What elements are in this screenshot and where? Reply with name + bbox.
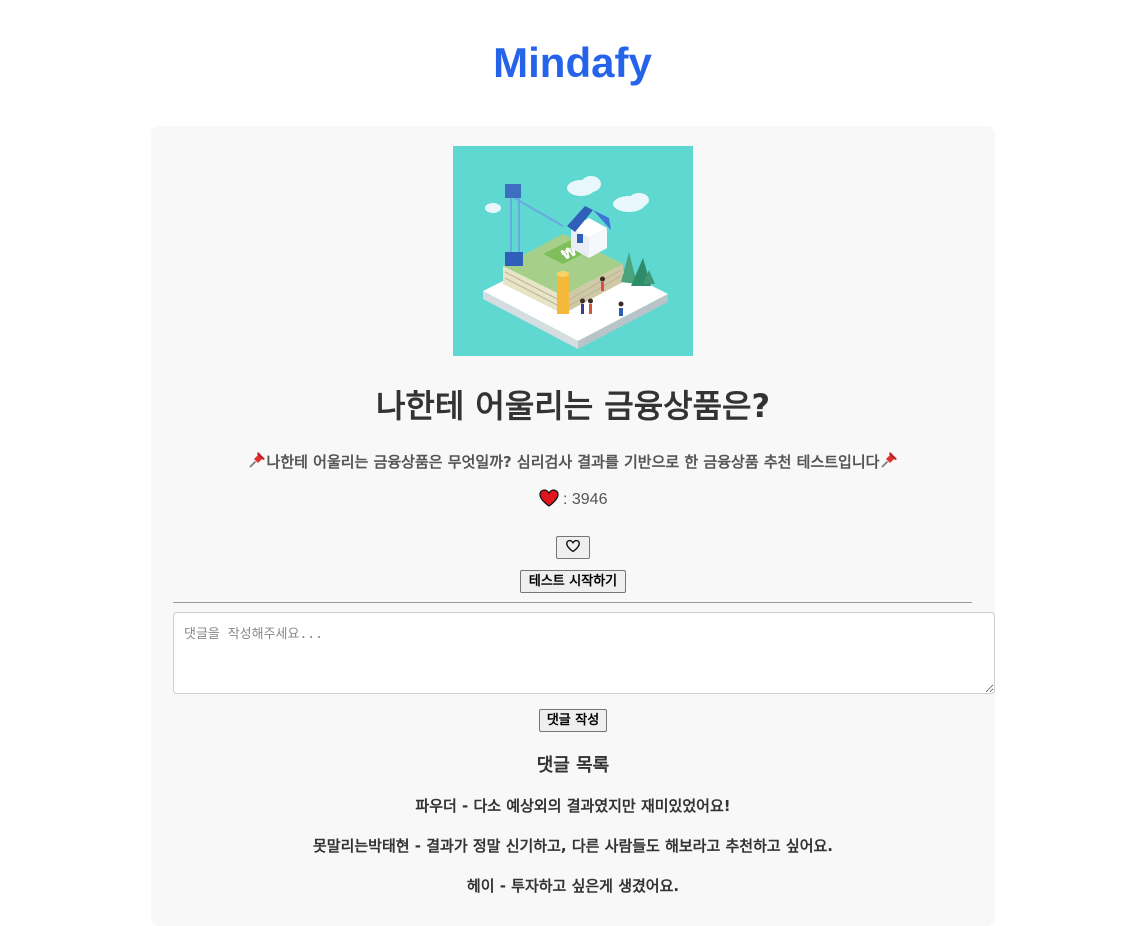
start-test-button[interactable]: 테스트 시작하기 — [520, 570, 626, 593]
test-title: 나한테 어울리는 금융상품은? — [375, 387, 771, 425]
test-description-text: 나한테 어울리는 금융상품은 무엇일까? 심리검사 결과를 기반으로 한 금융상… — [266, 453, 880, 471]
pushpin-icon — [247, 450, 267, 477]
comment-item: 못말리는박태현 - 결과가 정말 신기하고, 다른 사람들도 해보라고 추천하고… — [312, 837, 834, 855]
brand-logo[interactable]: Mindafy — [0, 0, 1145, 86]
test-description: 나한테 어울리는 금융상품은 무엇일까? 심리검사 결과를 기반으로 한 금융상… — [151, 450, 995, 477]
like-button[interactable] — [556, 536, 590, 559]
test-card: ₩ 나한테 어울리는 금융상품은? 나한테 어울리는 금융상품은 무엇일까? 심… — [151, 126, 995, 926]
comment-item: 파우더 - 다소 예상외의 결과였지만 재미있었어요! — [415, 797, 731, 815]
like-count: : 3946 — [151, 488, 995, 512]
post-comment-button[interactable]: 댓글 작성 — [539, 709, 607, 732]
divider — [173, 602, 972, 603]
comment-input[interactable] — [173, 612, 995, 694]
heart-icon — [538, 489, 559, 507]
comment-item: 헤이 - 투자하고 싶은게 생겼어요. — [466, 877, 680, 895]
pushpin-icon — [879, 450, 899, 477]
comment-list: 파우더 - 다소 예상외의 결과였지만 재미있었어요! 못말리는박태현 - 결과… — [151, 794, 995, 914]
heart-outline-icon — [566, 539, 580, 552]
hero-image: ₩ — [453, 146, 693, 356]
comment-list-title: 댓글 목록 — [536, 755, 610, 776]
like-count-value: : 3946 — [562, 491, 608, 508]
isometric-house-money-illustration: ₩ — [453, 146, 693, 356]
